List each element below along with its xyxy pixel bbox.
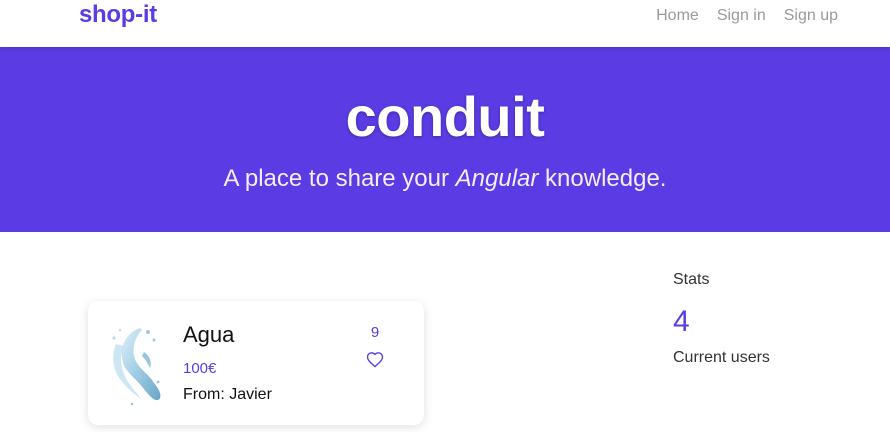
heart-outline-icon[interactable] (366, 351, 384, 368)
product-seller: From: Javier (183, 386, 272, 403)
product-title[interactable]: Agua (183, 321, 234, 349)
banner-title: conduit (345, 85, 545, 148)
tagline-text-end: knowledge. (538, 165, 667, 192)
nav-link-home[interactable]: Home (656, 6, 699, 26)
like-count: 9 (370, 324, 380, 341)
banner-tagline: A place to share your Angular knowledge. (0, 163, 890, 195)
tagline-text-start: A place to share your (223, 165, 456, 192)
tagline-emphasis: Angular (455, 165, 539, 192)
product-card[interactable]: Agua 100€ From: Javier 9 (88, 301, 424, 425)
stats-panel: Stats 4 Current users (673, 270, 873, 368)
nav-link-sign-up[interactable]: Sign up (784, 6, 838, 26)
stats-title: Stats (673, 271, 710, 288)
nav-links: Home Sign in Sign up (656, 6, 838, 26)
top-navbar: shop-it Home Sign in Sign up (0, 0, 890, 47)
current-users-label: Current users (673, 349, 770, 366)
product-price: 100€ (183, 360, 217, 377)
water-splash-icon (112, 328, 161, 406)
current-users-count: 4 (673, 305, 690, 338)
brand-logo-link[interactable]: shop-it (79, 1, 157, 29)
nav-link-sign-in[interactable]: Sign in (717, 6, 766, 26)
hero-banner: conduit A place to share your Angular kn… (0, 47, 890, 232)
